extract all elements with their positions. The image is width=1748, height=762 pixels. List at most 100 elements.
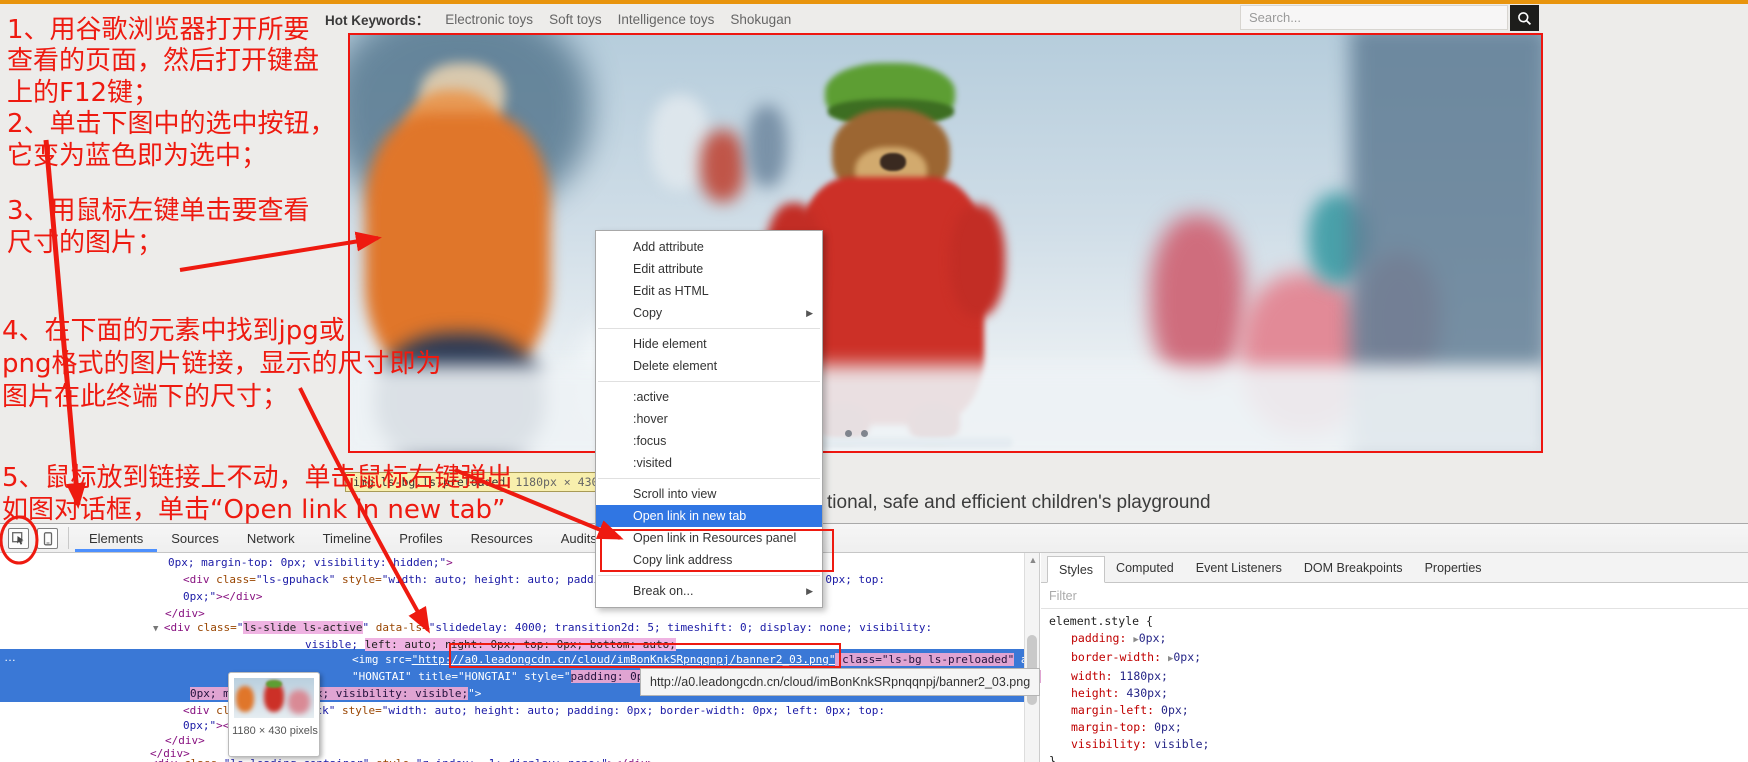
image-size-label: 1180 × 430 pixels (229, 725, 321, 737)
banner-image[interactable] (348, 33, 1543, 453)
scroll-up-arrow-icon[interactable]: ▲ (1025, 555, 1041, 565)
tutorial-step-text: 5、鼠标放到链接上不动，单击鼠标右键弹出 (2, 463, 513, 493)
rule-properties: padding: ▶0px;border-width: ▶0px;width: … (1049, 630, 1209, 753)
tutorial-step-text: png格式的图片链接，显示的尺寸即为 (2, 349, 442, 379)
tutorial-step-text: 查看的页面，然后打开键盘 (7, 46, 319, 76)
styles-filter-input[interactable]: Filter (1041, 583, 1748, 609)
menu-item-edit-attribute[interactable]: Edit attribute (596, 258, 822, 280)
menu-item-active[interactable]: :active (596, 386, 822, 408)
devtools-tab-network[interactable]: Network (233, 524, 309, 552)
dom-tree-line[interactable]: </div> (165, 734, 205, 748)
css-property-margin-top[interactable]: margin-top: 0px; (1049, 719, 1209, 736)
menu-item-break-on[interactable]: Break on...▶ (596, 580, 822, 602)
devtools-tab-timeline[interactable]: Timeline (309, 524, 386, 552)
tutorial-step-text: 如图对话框，单击“Open link in new tab” (2, 495, 506, 525)
devtools-tab-elements[interactable]: Elements (75, 524, 157, 552)
dom-tree-line[interactable]: <img src="http://a0.leadongcdn.cn/cloud/… (352, 653, 1047, 667)
styles-tab-properties[interactable]: Properties (1414, 553, 1493, 582)
tutorial-step-text: 上的F12键； (7, 78, 159, 108)
slider-dot[interactable] (861, 430, 868, 437)
css-property-padding[interactable]: padding: ▶0px; (1049, 630, 1209, 649)
code-segment: left: auto; right: 0px; top: 0px; bottom… (365, 638, 676, 651)
menu-item-open-link-in-resources-panel[interactable]: Open link in Resources panel (596, 527, 822, 549)
code-segment: style= (369, 757, 415, 762)
image-src-link[interactable]: "http://a0.leadongcdn.cn/cloud/imBonKnkS… (412, 653, 836, 666)
inspect-element-button[interactable] (8, 528, 29, 549)
devtools-tab-sources[interactable]: Sources (157, 524, 233, 552)
menu-item-copy[interactable]: Copy▶ (596, 302, 822, 324)
hot-keyword-link[interactable]: Soft toys (549, 12, 602, 27)
dom-tree-line[interactable]: visible; left: auto; right: 0px; top: 0p… (305, 638, 676, 652)
banner-decor (348, 365, 1543, 453)
hot-keyword-link[interactable]: Intelligence toys (618, 12, 715, 27)
styles-tab-styles[interactable]: Styles (1047, 556, 1105, 583)
styles-tab-computed[interactable]: Computed (1105, 553, 1185, 582)
tutorial-step-text: 尺寸的图片； (7, 228, 163, 258)
context-menu: Add attributeEdit attributeEdit as HTMLC… (595, 230, 823, 608)
code-segment: "ls-gpuhack" (256, 573, 335, 586)
menu-item-add-attribute[interactable]: Add attribute (596, 236, 822, 258)
menu-item-focus[interactable]: :focus (596, 430, 822, 452)
menu-item-open-link-in-new-tab[interactable]: Open link in new tab (596, 505, 822, 527)
css-property-border-width[interactable]: border-width: ▶0px; (1049, 649, 1209, 668)
thumb-decor (236, 686, 254, 712)
code-segment: 0px;" (183, 719, 216, 732)
dom-tree-line[interactable]: 0px; margin-top: 0px; visibility: hidden… (168, 556, 453, 570)
devtools-tabbar: ElementsSourcesNetworkTimelineProfilesRe… (0, 524, 1748, 553)
submenu-arrow-icon: ▶ (806, 586, 813, 597)
hot-keyword-link[interactable]: Electronic toys (445, 12, 533, 27)
submenu-arrow-icon: ▶ (806, 308, 813, 319)
styles-tab-dom-breakpoints[interactable]: DOM Breakpoints (1293, 553, 1414, 582)
css-property-height[interactable]: height: 430px; (1049, 685, 1209, 702)
tutorial-step-text: 4、在下面的元素中找到jpg或 (2, 316, 345, 346)
menu-item-scroll-into-view[interactable]: Scroll into view (596, 483, 822, 505)
banner-decor (747, 105, 787, 187)
menu-item-delete-element[interactable]: Delete element (596, 355, 822, 377)
code-segment: ></div> (608, 757, 654, 762)
banner-decor (700, 130, 745, 202)
tutorial-step-text: 2、单击下图中的选中按钮， (7, 109, 336, 139)
image-preview-popup: 1180 × 430 pixels (228, 672, 320, 757)
css-property-margin-left[interactable]: margin-left: 0px; (1049, 702, 1209, 719)
hot-keyword-link[interactable]: Shokugan (730, 12, 791, 27)
dom-tree-line[interactable]: 0px;"></div> (183, 590, 262, 604)
search-button[interactable] (1510, 5, 1539, 31)
css-property-width[interactable]: width: 1180px; (1049, 668, 1209, 685)
code-segment: "z-index: -1; display: none;" (416, 757, 608, 762)
styles-tabbar: StylesComputedEvent ListenersDOM Breakpo… (1041, 553, 1748, 583)
code-segment: "width: auto; height: auto; padding: 0px… (382, 704, 885, 717)
slider-dot[interactable] (845, 430, 852, 437)
menu-item-visited[interactable]: :visited (596, 452, 822, 474)
open-brace: { (1146, 614, 1153, 628)
menu-item-hover[interactable]: :hover (596, 408, 822, 430)
menu-separator (598, 381, 820, 382)
code-segment: </div> (165, 607, 205, 620)
devtools-tab-profiles[interactable]: Profiles (385, 524, 456, 552)
thumb-decor (266, 680, 282, 688)
code-segment: <div (183, 704, 210, 717)
code-segment: class="ls-bg ls-preloaded" (835, 653, 1014, 666)
menu-item-hide-element[interactable]: Hide element (596, 333, 822, 355)
menu-item-edit-as-html[interactable]: Edit as HTML (596, 280, 822, 302)
search-icon (1517, 11, 1532, 26)
menu-item-copy-link-address[interactable]: Copy link address (596, 549, 822, 571)
css-property-visibility[interactable]: visibility: visible; (1049, 736, 1209, 753)
styles-tab-event-listeners[interactable]: Event Listeners (1185, 553, 1293, 582)
menu-separator (598, 575, 820, 576)
elements-scrollbar[interactable]: ▲ (1024, 553, 1040, 762)
code-segment: class= (177, 757, 223, 762)
rule-selector[interactable]: element.style (1049, 614, 1139, 628)
styles-sidebar: StylesComputedEvent ListenersDOM Breakpo… (1041, 553, 1748, 762)
dom-tree-line[interactable]: </div> (165, 607, 205, 621)
menu-separator (598, 328, 820, 329)
search-input[interactable]: Search... (1240, 5, 1508, 30)
device-mode-button[interactable] (37, 528, 58, 549)
code-segment: "slidedelay: 4000; transition2d: 5; time… (429, 621, 932, 634)
dom-tree-line[interactable]: ▼ <div class="ls-slide ls-active" data-l… (153, 621, 932, 636)
slider-pagination[interactable] (845, 430, 868, 437)
code-segment: > (446, 556, 453, 569)
devtools-tab-resources[interactable]: Resources (457, 524, 547, 552)
tutorial-step-text: 1、用谷歌浏览器打开所要 (7, 15, 310, 45)
dom-tree-line[interactable]: ▶ <div class="ls-loading-container" styl… (140, 757, 654, 762)
code-segment: class= (210, 573, 256, 586)
